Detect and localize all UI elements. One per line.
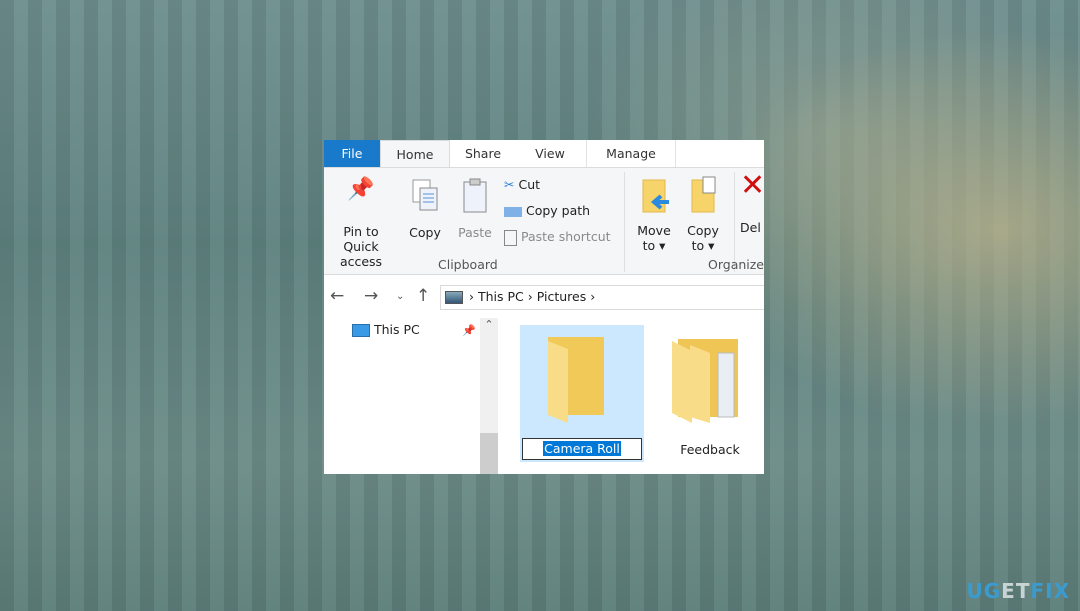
folder-name[interactable]: Feedback xyxy=(670,442,750,457)
move-to-icon xyxy=(642,179,669,213)
rename-input[interactable]: Camera Roll xyxy=(522,438,642,460)
cut-button[interactable]: ✂ Cut xyxy=(504,177,540,193)
tab-view[interactable]: View xyxy=(516,140,584,167)
recent-dropdown-icon[interactable]: ⌄ xyxy=(396,291,404,302)
organize-group-label: Organize xyxy=(708,257,764,272)
clipboard-group-label: Clipboard xyxy=(438,257,498,272)
scroll-up-icon[interactable]: ⌃ xyxy=(480,318,498,331)
clipboard-icon xyxy=(463,178,487,213)
copy-path-icon xyxy=(504,206,522,217)
copy-button[interactable]: Copy xyxy=(404,178,446,240)
paste-button[interactable]: Paste xyxy=(452,178,498,240)
scrollbar-thumb[interactable] xyxy=(480,433,498,474)
pictures-icon xyxy=(445,291,463,304)
tab-file[interactable]: File xyxy=(324,140,380,167)
breadcrumb-pictures[interactable]: Pictures xyxy=(537,289,587,304)
delete-x-icon: ✕ xyxy=(740,168,764,203)
pin-icon[interactable]: 📌 xyxy=(462,324,476,337)
folder-icon xyxy=(548,337,604,423)
copy-to-button[interactable]: Copy to ▾ xyxy=(680,176,726,253)
computer-icon xyxy=(352,324,370,337)
copy-path-button[interactable]: Copy path xyxy=(504,203,590,219)
up-button[interactable]: ↑ xyxy=(416,286,430,306)
ribbon: 📌 Pin to Quick access Copy Paste ✂ Cut Co… xyxy=(324,167,764,275)
tab-manage[interactable]: Manage xyxy=(586,140,676,167)
nav-item-this-pc[interactable]: This PC xyxy=(352,322,420,337)
pin-icon: 📌 xyxy=(347,177,375,202)
scissors-icon: ✂ xyxy=(504,177,515,192)
folder-with-documents-icon xyxy=(672,339,738,423)
copy-icon xyxy=(412,179,438,211)
forward-button[interactable]: → xyxy=(364,286,378,306)
breadcrumb-this-pc[interactable]: This PC xyxy=(478,289,524,304)
delete-button[interactable]: ✕ Del xyxy=(740,168,764,236)
paste-shortcut-button[interactable]: Paste shortcut xyxy=(504,229,611,246)
paste-shortcut-icon xyxy=(504,229,517,246)
pin-to-quick-access-button[interactable]: 📌 Pin to Quick access xyxy=(324,177,398,270)
group-divider xyxy=(624,172,625,272)
tab-share[interactable]: Share xyxy=(450,140,516,167)
address-bar[interactable]: › This PC › Pictures › xyxy=(440,285,764,310)
copy-to-icon xyxy=(691,176,716,213)
tab-home[interactable]: Home xyxy=(380,140,450,167)
watermark-logo: UGETFIX xyxy=(966,579,1070,603)
back-button[interactable]: ← xyxy=(330,286,344,306)
file-explorer-window: File Home Share View Manage 📌 Pin to Qui… xyxy=(324,140,764,474)
move-to-button[interactable]: Move to ▾ xyxy=(630,178,678,253)
